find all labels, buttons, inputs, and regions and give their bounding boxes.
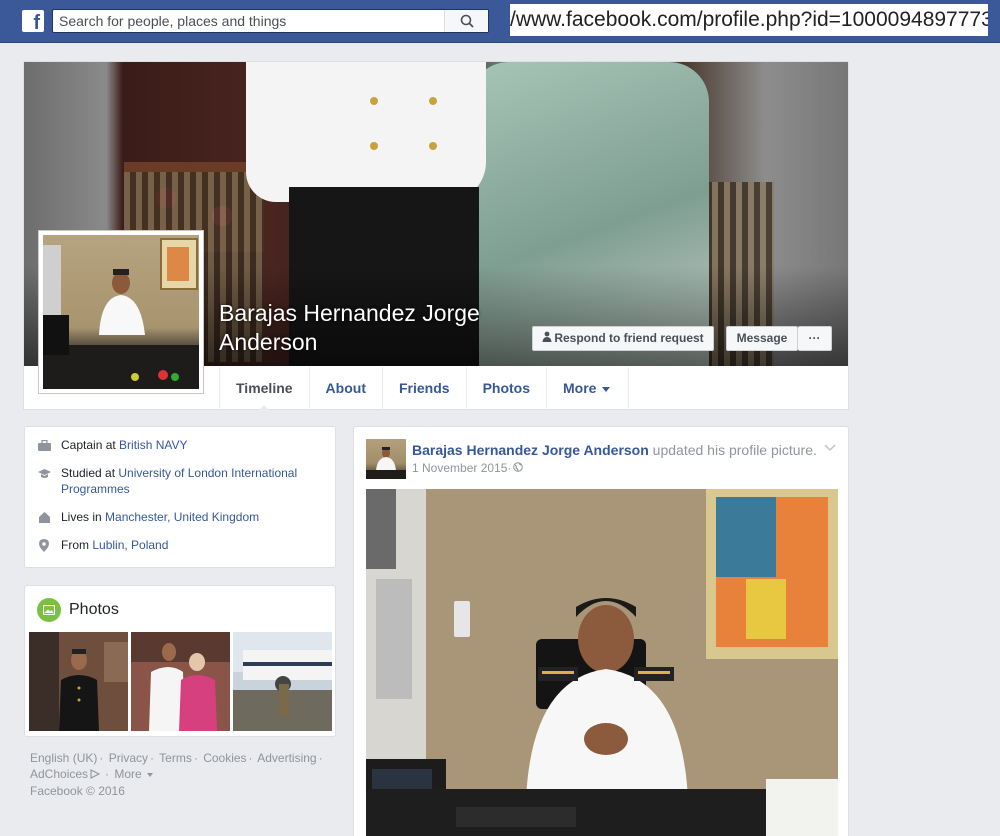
footer-link-privacy[interactable]: Privacy xyxy=(109,751,148,765)
footer-link-cookies[interactable]: Cookies xyxy=(203,751,246,765)
footer-link-advertising[interactable]: Advertising xyxy=(257,751,316,765)
intro-card: Captain at British NAVY Studied at Unive… xyxy=(24,426,336,568)
post-date[interactable]: 1 November 2015 xyxy=(412,461,507,475)
intro-lives: Lives in Manchester, United Kingdom xyxy=(37,509,323,525)
work-link[interactable]: British NAVY xyxy=(119,438,187,452)
tab-more-label: More xyxy=(563,380,597,396)
facebook-logo[interactable]: f xyxy=(22,10,44,32)
search-button[interactable] xyxy=(444,10,488,32)
message-button[interactable]: Message xyxy=(726,326,798,351)
post-author-link[interactable]: Barajas Hernandez Jorge Anderson xyxy=(412,442,649,458)
footer-link-terms[interactable]: Terms xyxy=(159,751,192,765)
profile-header: Barajas Hernandez Jorge Anderson Respond… xyxy=(23,61,849,411)
photos-card: Photos xyxy=(24,585,336,737)
post-photo[interactable] xyxy=(366,489,838,836)
post-action-text: updated his profile picture. xyxy=(648,442,817,458)
intro-from-prefix: From xyxy=(61,538,93,552)
tab-photos[interactable]: Photos xyxy=(467,367,548,410)
intro-work: Captain at British NAVY xyxy=(37,437,323,453)
intro-study-prefix: Studied at xyxy=(61,466,119,480)
post-header: Barajas Hernandez Jorge Anderson updated… xyxy=(412,441,822,459)
search-icon xyxy=(460,14,474,28)
more-options-button[interactable]: ··· xyxy=(798,326,832,351)
chevron-down-icon[interactable] xyxy=(824,441,836,455)
chevron-down-icon xyxy=(602,386,611,392)
location-pin-icon xyxy=(37,538,51,552)
post-meta: 1 November 2015 · xyxy=(412,461,524,475)
respond-label: Respond to friend request xyxy=(554,331,704,345)
photos-title: Photos xyxy=(69,601,119,618)
photo-thumbnail[interactable] xyxy=(131,632,230,731)
post-author-avatar[interactable] xyxy=(366,439,406,479)
profile-tabs: Timeline About Friends Photos More xyxy=(219,367,630,411)
footer-link-adchoices[interactable]: AdChoices xyxy=(30,767,88,781)
intro-lives-prefix: Lives in xyxy=(61,510,106,524)
intro-study: Studied at University of London Internat… xyxy=(37,465,323,497)
search-input[interactable] xyxy=(53,10,443,32)
footer-link-more[interactable]: More xyxy=(114,767,141,781)
profile-name[interactable]: Barajas Hernandez Jorge Anderson xyxy=(219,299,519,357)
briefcase-icon xyxy=(37,438,51,452)
footer-copyright: Facebook © 2016 xyxy=(30,783,125,798)
footer-links: English (UK) · Privacy · Terms · Cookies · A… xyxy=(30,750,330,799)
tab-about[interactable]: About xyxy=(310,367,383,410)
photo-thumbnail[interactable] xyxy=(233,632,332,731)
search-box xyxy=(52,9,489,33)
profile-picture[interactable] xyxy=(38,230,204,394)
globe-icon[interactable] xyxy=(513,461,524,475)
tab-timeline[interactable]: Timeline xyxy=(219,367,310,411)
photos-heading[interactable]: Photos xyxy=(37,598,119,622)
post-meta-separator: · xyxy=(507,461,512,475)
photo-icon xyxy=(37,598,61,622)
intro-from: From Lublin, Poland xyxy=(37,537,323,553)
lives-link[interactable]: Manchester, United Kingdom xyxy=(105,510,259,524)
footer-link-language[interactable]: English (UK) xyxy=(30,751,97,765)
url-overlay: /www.facebook.com/profile.php?id=1000094… xyxy=(510,4,988,36)
photo-thumbnail[interactable] xyxy=(29,632,128,731)
intro-work-prefix: Captain at xyxy=(61,438,120,452)
home-icon xyxy=(37,510,51,524)
tab-more[interactable]: More xyxy=(547,367,630,410)
timeline-post: Barajas Hernandez Jorge Anderson updated… xyxy=(353,426,849,836)
adchoices-icon xyxy=(90,767,101,783)
small-caret-icon xyxy=(147,772,154,777)
from-link[interactable]: Lublin, Poland xyxy=(92,538,168,552)
tab-friends[interactable]: Friends xyxy=(383,367,467,410)
person-icon xyxy=(542,327,552,350)
top-navigation-bar: f /www.facebook.com/profile.php?id=10000… xyxy=(0,0,1000,43)
respond-friend-request-button[interactable]: Respond to friend request xyxy=(532,326,714,351)
graduation-cap-icon xyxy=(37,466,51,480)
